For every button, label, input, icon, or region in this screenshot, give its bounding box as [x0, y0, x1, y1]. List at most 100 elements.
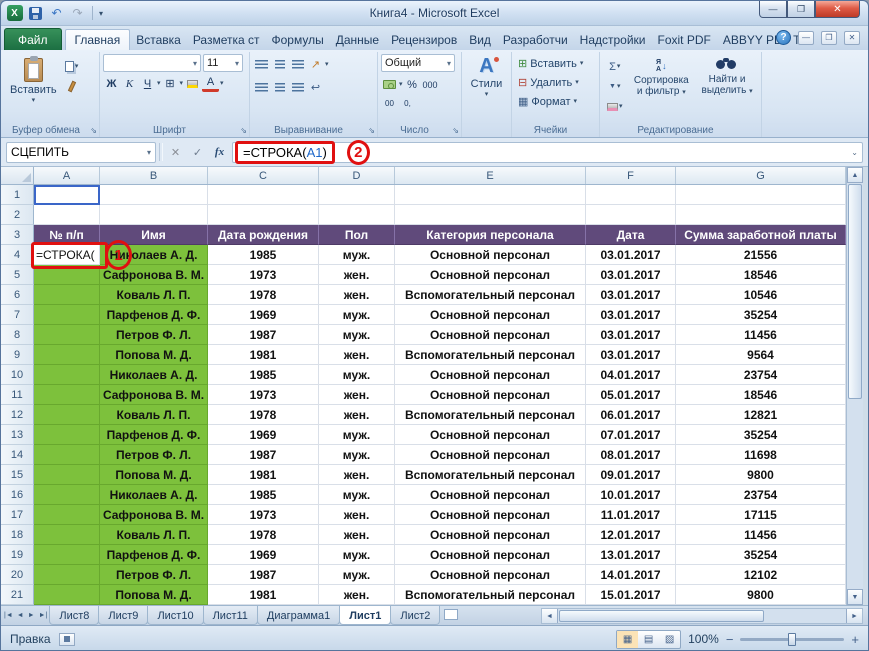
cell-G5[interactable]: 18546	[676, 265, 846, 285]
cell-A14[interactable]	[34, 445, 100, 465]
sheet-tab-Лист9[interactable]: Лист9	[98, 606, 148, 625]
fill-button[interactable]: ▼▾	[605, 78, 625, 95]
cell-D16[interactable]: муж.	[319, 485, 395, 505]
cell-B9[interactable]: Попова М. Д.	[100, 345, 208, 365]
tab-Разработчи[interactable]: Разработчи	[497, 29, 574, 50]
cell-E20[interactable]: Основной персонал	[395, 565, 586, 585]
vertical-scroll-track[interactable]	[847, 400, 863, 589]
cell-F2[interactable]	[586, 205, 676, 225]
cell-F10[interactable]: 04.01.2017	[586, 365, 676, 385]
cell-D18[interactable]: жен.	[319, 525, 395, 545]
cell-C14[interactable]: 1987	[208, 445, 319, 465]
save-button[interactable]	[27, 5, 44, 22]
paste-button[interactable]: Вставить ▾	[6, 54, 61, 122]
sheet-tab-Лист8[interactable]: Лист8	[49, 606, 99, 625]
cell-C3[interactable]: Дата рождения	[208, 225, 319, 245]
cell-E3[interactable]: Категория персонала	[395, 225, 586, 245]
find-select-button[interactable]: Найти ивыделить ▾	[696, 54, 758, 122]
cell-F14[interactable]: 08.01.2017	[586, 445, 676, 465]
cell-E5[interactable]: Основной персонал	[395, 265, 586, 285]
cell-A6[interactable]	[34, 285, 100, 305]
cell-G3[interactable]: Сумма заработной платы	[676, 225, 846, 245]
cell-B11[interactable]: Сафронова В. М.	[100, 385, 208, 405]
cell-E17[interactable]: Основной персонал	[395, 505, 586, 525]
cell-A11[interactable]	[34, 385, 100, 405]
row-header-18[interactable]: 18	[1, 525, 34, 545]
sheet-tab-Лист2[interactable]: Лист2	[390, 606, 440, 625]
align-right-button[interactable]	[289, 79, 306, 96]
cell-F12[interactable]: 06.01.2017	[586, 405, 676, 425]
decrease-decimal-button[interactable]: 0,	[399, 95, 416, 112]
cell-G8[interactable]: 11456	[676, 325, 846, 345]
cell-B18[interactable]: Коваль Л. П.	[100, 525, 208, 545]
cell-C5[interactable]: 1973	[208, 265, 319, 285]
cell-C7[interactable]: 1969	[208, 305, 319, 325]
cell-A16[interactable]	[34, 485, 100, 505]
cell-E16[interactable]: Основной персонал	[395, 485, 586, 505]
cell-B8[interactable]: Петров Ф. Л.	[100, 325, 208, 345]
normal-view-icon[interactable]: ▦	[617, 631, 638, 648]
horizontal-scrollbar[interactable]: ◄ ►	[541, 608, 863, 624]
cell-A7[interactable]	[34, 305, 100, 325]
scroll-right-icon[interactable]: ►	[846, 609, 862, 623]
cell-A13[interactable]	[34, 425, 100, 445]
redo-button[interactable]: ↷	[69, 5, 86, 22]
cell-B2[interactable]	[100, 205, 208, 225]
vertical-scrollbar[interactable]: ▲ ▼	[846, 167, 863, 605]
row-header-15[interactable]: 15	[1, 465, 34, 485]
cell-G10[interactable]: 23754	[676, 365, 846, 385]
sort-filter-button[interactable]: ЯА ↓ Сортировкаи фильтр ▾	[627, 54, 697, 122]
formula-input[interactable]: =СТРОКА(A1) 2 ⌄	[232, 142, 863, 163]
cell-B10[interactable]: Николаев А. Д.	[100, 365, 208, 385]
increase-decimal-button[interactable]: 00	[381, 95, 398, 112]
cell-E14[interactable]: Основной персонал	[395, 445, 586, 465]
font-name-combo[interactable]: ▾	[103, 54, 201, 72]
cell-A18[interactable]	[34, 525, 100, 545]
workbook-restore-icon[interactable]: ❐	[821, 31, 837, 45]
cell-G13[interactable]: 35254	[676, 425, 846, 445]
cell-D20[interactable]: муж.	[319, 565, 395, 585]
cell-F7[interactable]: 03.01.2017	[586, 305, 676, 325]
tab-Вставка[interactable]: Вставка	[130, 29, 187, 50]
cell-B13[interactable]: Парфенов Д. Ф.	[100, 425, 208, 445]
cell-F20[interactable]: 14.01.2017	[586, 565, 676, 585]
delete-cells-button[interactable]: ⊟ Удалить ▾	[515, 73, 596, 92]
cell-D7[interactable]: муж.	[319, 305, 395, 325]
workbook-close-icon[interactable]: ✕	[844, 31, 860, 45]
cell-G2[interactable]	[676, 205, 846, 225]
wrap-text-button[interactable]: ↩	[307, 79, 324, 96]
cell-G9[interactable]: 9564	[676, 345, 846, 365]
zoom-out-icon[interactable]: −	[726, 633, 734, 646]
cell-E18[interactable]: Основной персонал	[395, 525, 586, 545]
insert-worksheet-button[interactable]	[444, 609, 458, 620]
cell-G17[interactable]: 17115	[676, 505, 846, 525]
cell-G6[interactable]: 10546	[676, 285, 846, 305]
cell-D9[interactable]: жен.	[319, 345, 395, 365]
tab-Данные[interactable]: Данные	[330, 29, 385, 50]
cell-C18[interactable]: 1978	[208, 525, 319, 545]
row-header-2[interactable]: 2	[1, 205, 34, 225]
cancel-entry-button[interactable]: ✕	[166, 143, 185, 162]
cell-B19[interactable]: Парфенов Д. Ф.	[100, 545, 208, 565]
cell-C13[interactable]: 1969	[208, 425, 319, 445]
cell-F17[interactable]: 11.01.2017	[586, 505, 676, 525]
font-size-combo[interactable]: 11▾	[203, 54, 243, 72]
format-cells-button[interactable]: ▦ Формат ▾	[515, 92, 596, 111]
styles-button[interactable]: А Стили ▾	[465, 54, 508, 99]
column-header-B[interactable]: B	[100, 167, 208, 184]
cell-B1[interactable]	[100, 185, 208, 205]
borders-button[interactable]: ⊞	[162, 75, 179, 92]
cell-C17[interactable]: 1973	[208, 505, 319, 525]
dialog-launcher-icon[interactable]: ⇘	[90, 126, 97, 135]
cell-C20[interactable]: 1987	[208, 565, 319, 585]
cell-A2[interactable]	[34, 205, 100, 225]
qat-customize-caret-icon[interactable]: ▾	[99, 9, 103, 18]
row-header-12[interactable]: 12	[1, 405, 34, 425]
cell-E7[interactable]: Основной персонал	[395, 305, 586, 325]
last-sheet-icon[interactable]: ►|	[39, 612, 48, 619]
page-break-view-icon[interactable]: ▨	[659, 631, 680, 648]
cell-E13[interactable]: Основной персонал	[395, 425, 586, 445]
cell-G18[interactable]: 11456	[676, 525, 846, 545]
cell-E10[interactable]: Основной персонал	[395, 365, 586, 385]
cell-B12[interactable]: Коваль Л. П.	[100, 405, 208, 425]
